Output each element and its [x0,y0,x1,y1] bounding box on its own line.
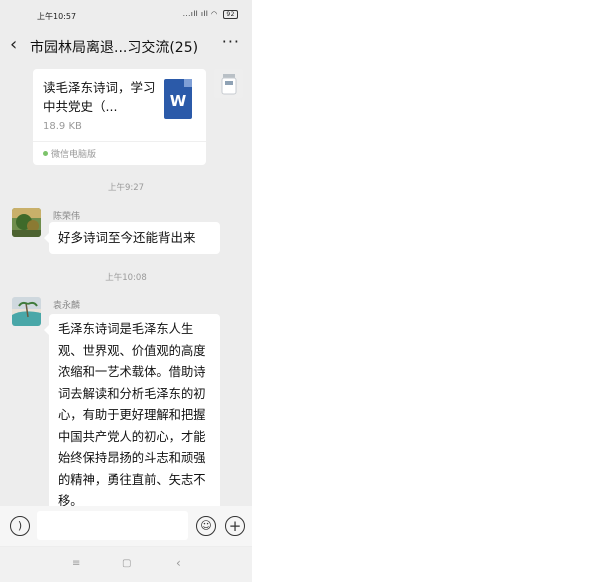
input-bar: ) ☺ + [0,506,252,546]
file-name: 读毛泽东诗词，学习中共党史（... [43,80,156,114]
status-bar: 上午10:57 ...ıll ıll ◠ 92 [0,0,252,28]
message-input[interactable] [37,511,188,540]
wechat-pc-icon [43,151,48,156]
file-size: 18.9 KB [43,121,82,132]
wifi-icon: ◠ [211,10,218,18]
status-icons: ...ıll ıll ◠ 92 [183,10,238,19]
chat-header: ‹ 市园林局离退...习交流(25) ··· [0,28,252,62]
cup-avatar-image [214,69,243,98]
avatar-self[interactable] [214,69,243,98]
home-nav-icon[interactable]: ▢ [122,558,131,569]
landscape-avatar-image [12,208,41,237]
chat-title: 市园林局离退...习交流(25) [30,40,199,56]
beach-avatar-image [12,297,41,326]
chat-bubble[interactable]: 毛泽东诗词是毛泽东人生观、世界观、价值观的高度浓缩和一艺术载体。借助诗词去解读和… [44,314,220,514]
avatar-sender[interactable] [12,297,41,326]
battery-icon: 92 [223,10,238,19]
signal-icon: ...ıll ıll [182,10,209,18]
more-options-icon[interactable]: ··· [222,32,240,51]
chat-bubble[interactable]: 好多诗词至今还能背出来 [44,222,220,254]
file-message-card[interactable]: 读毛泽东诗词，学习中共党史（... 18.9 KB W 微信电脑版 [33,69,206,165]
card-divider [33,141,206,142]
sender-name: 袁永麟 [53,301,81,311]
phone-screen: 上午10:57 ...ıll ıll ◠ 92 ‹ 市园林局离退...习交流(2… [0,0,252,582]
file-source: 微信电脑版 [43,147,96,160]
word-document-icon: W [164,79,192,119]
avatar-sender[interactable] [12,208,41,237]
menu-nav-icon[interactable]: ≡ [72,558,80,569]
plus-icon[interactable]: + [225,516,245,536]
message-timestamp: 上午9:27 [107,183,145,193]
sender-name: 陈荣伟 [53,212,81,222]
status-time: 上午10:57 [37,12,77,21]
message-timestamp: 上午10:08 [105,273,147,283]
back-arrow-icon[interactable]: ‹ [10,34,17,55]
voice-icon[interactable]: ) [10,516,30,536]
back-nav-icon[interactable]: ‹ [176,556,181,570]
file-source-label: 微信电脑版 [51,150,97,160]
emoji-icon[interactable]: ☺ [196,516,216,536]
system-navigation-bar: ≡ ▢ ‹ [0,547,252,582]
